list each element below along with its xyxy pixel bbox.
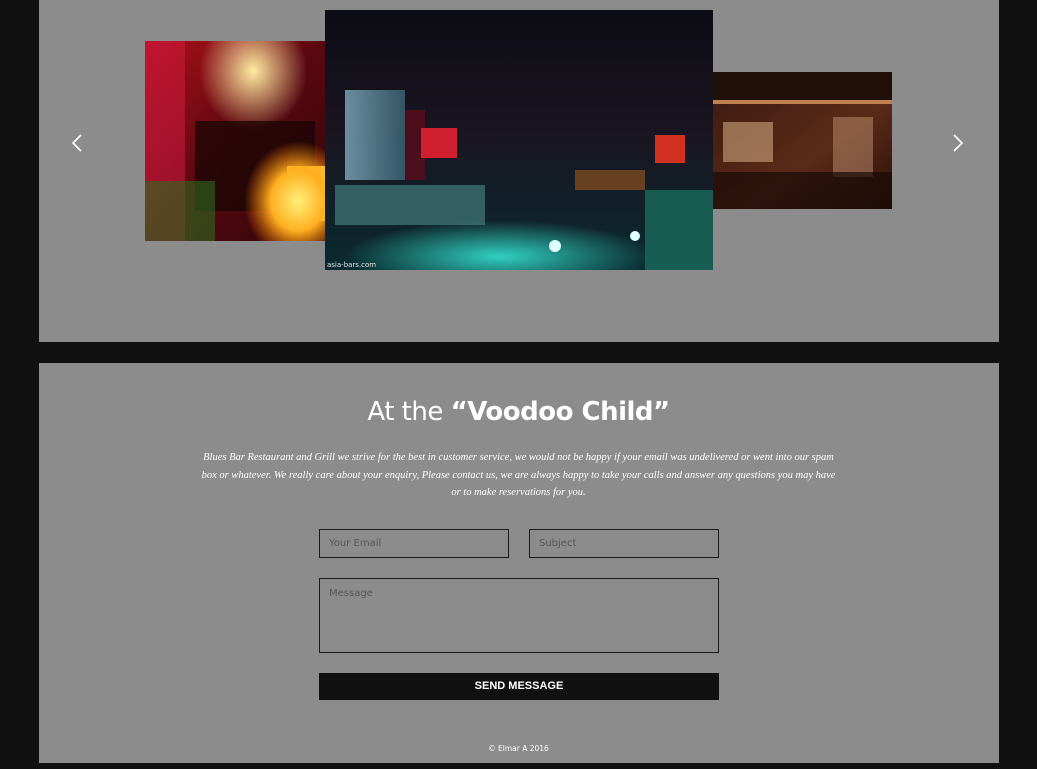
footer-copyright: © Elmar A 2016 xyxy=(488,744,549,753)
nightclub-interior-image xyxy=(325,10,713,270)
contact-title-prefix: At the xyxy=(367,397,451,427)
chevron-right-icon xyxy=(953,134,964,152)
contact-description: Blues Bar Restaurant and Grill we strive… xyxy=(201,452,836,498)
carousel-prev-button[interactable] xyxy=(69,134,87,152)
send-message-button[interactable]: SEND MESSAGE xyxy=(319,673,719,700)
chevron-left-icon xyxy=(71,134,82,152)
carousel-image-center[interactable]: asia-bars.com xyxy=(325,10,713,270)
bar-interior-red-image xyxy=(145,41,325,241)
image-watermark: asia-bars.com xyxy=(327,261,377,269)
subject-field[interactable] xyxy=(529,529,719,558)
contact-title-highlight: “Voodoo Child” xyxy=(450,397,671,427)
contact-title: At the “Voodoo Child” xyxy=(0,395,1037,429)
email-field[interactable] xyxy=(319,529,509,558)
message-field[interactable] xyxy=(319,578,719,653)
carousel-image-right[interactable] xyxy=(713,72,892,209)
pub-interior-image xyxy=(713,72,892,209)
carousel-image-left[interactable] xyxy=(145,41,325,241)
carousel-next-button[interactable] xyxy=(950,134,968,152)
